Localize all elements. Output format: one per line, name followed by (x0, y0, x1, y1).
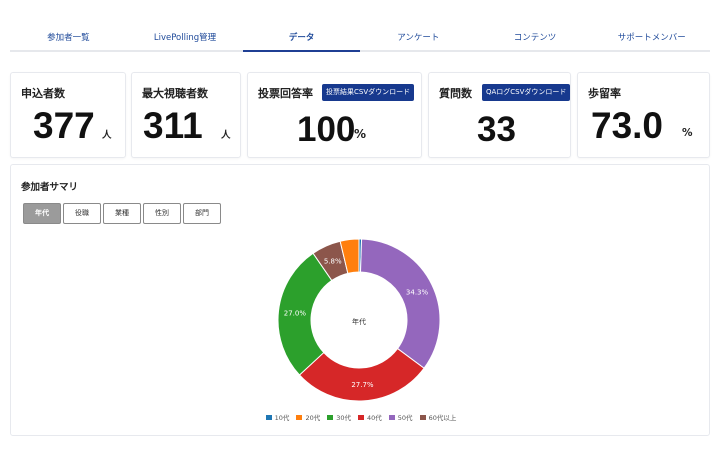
questions-value: 33 (477, 110, 516, 149)
chart-center-label: 年代 (352, 317, 366, 326)
vote-rate-card: 投票回答率 投票結果CSVダウンロード 100 % (247, 72, 422, 158)
applicants-unit: 人 (102, 130, 112, 141)
tab-data[interactable]: データ (243, 28, 360, 52)
applicants-value: 377 (33, 105, 95, 146)
legend-swatch (358, 414, 364, 420)
slice-50s[interactable] (360, 238, 441, 369)
questions-label: 質問数 (439, 87, 472, 100)
legend-item-30s[interactable]: 30代 (327, 412, 351, 422)
tab-support-members[interactable]: サポートメンバー (593, 28, 710, 50)
tab-bar: 参加者一覧 LivePolling管理 データ アンケート コンテンツ サポート… (10, 28, 710, 52)
retention-unit: % (682, 127, 693, 139)
legend-label: 60代以上 (428, 414, 457, 422)
legend-label: 10代 (274, 414, 290, 422)
retention-card: 歩留率 73.0 % (577, 72, 710, 158)
max-viewers-label: 最大視聴者数 (142, 87, 208, 100)
questions-card: 質問数 QAログCSVダウンロード 33 (428, 72, 571, 158)
tab-contents[interactable]: コンテンツ (477, 28, 594, 50)
tab-livepolling[interactable]: LivePolling管理 (127, 28, 244, 50)
legend-swatch (388, 414, 395, 420)
qa-csv-download-button[interactable]: QAログCSVダウンロード (482, 84, 571, 101)
legend-item-20s[interactable]: 20代 (296, 412, 320, 422)
participant-summary-panel: 参加者サマリ 年代 役職 業種 性別 部門 34.3% 27.7% 27.0% 5.8… (10, 164, 710, 436)
applicants-label: 申込者数 (21, 87, 65, 100)
vote-csv-download-button[interactable]: 投票結果CSVダウンロード (322, 84, 415, 101)
legend-label: 50代 (397, 414, 413, 422)
legend-item-60s-plus[interactable]: 60代以上 (419, 412, 457, 422)
legend-label: 30代 (336, 414, 351, 422)
legend-swatch (419, 414, 426, 420)
legend-item-40s[interactable]: 40代 (358, 412, 382, 422)
legend-swatch (327, 414, 334, 420)
vote-rate-value: 100 (297, 110, 356, 149)
max-viewers-value: 311 (143, 105, 203, 146)
retention-value: 73.0 (591, 105, 664, 146)
legend-label: 20代 (305, 414, 321, 422)
applicants-card: 申込者数 377 人 (10, 72, 126, 158)
slice-label-50s: 34.3% (406, 288, 429, 296)
slice-label-60s-plus: 5.8% (324, 258, 342, 266)
legend-label: 40代 (367, 414, 382, 422)
age-donut-chart: 34.3% 27.7% 27.0% 5.8% 年代 (277, 238, 441, 402)
legend-swatch (265, 414, 272, 420)
retention-label: 歩留率 (588, 87, 621, 100)
slice-label-30s: 27.0% (284, 309, 307, 317)
tab-survey[interactable]: アンケート (360, 28, 477, 50)
max-viewers-unit: 人 (221, 130, 231, 141)
legend-item-50s[interactable]: 50代 (388, 412, 413, 422)
tab-participants[interactable]: 参加者一覧 (10, 28, 127, 50)
slice-label-40s: 27.7% (351, 381, 374, 389)
max-viewers-card: 最大視聴者数 311 人 (131, 72, 241, 158)
vote-rate-label: 投票回答率 (258, 87, 313, 100)
legend-swatch (296, 414, 303, 420)
chart-legend: 10代 20代 30代 40代 50代 60代以上 (11, 412, 711, 422)
vote-rate-unit: % (354, 127, 367, 141)
legend-item-10s[interactable]: 10代 (265, 412, 290, 422)
